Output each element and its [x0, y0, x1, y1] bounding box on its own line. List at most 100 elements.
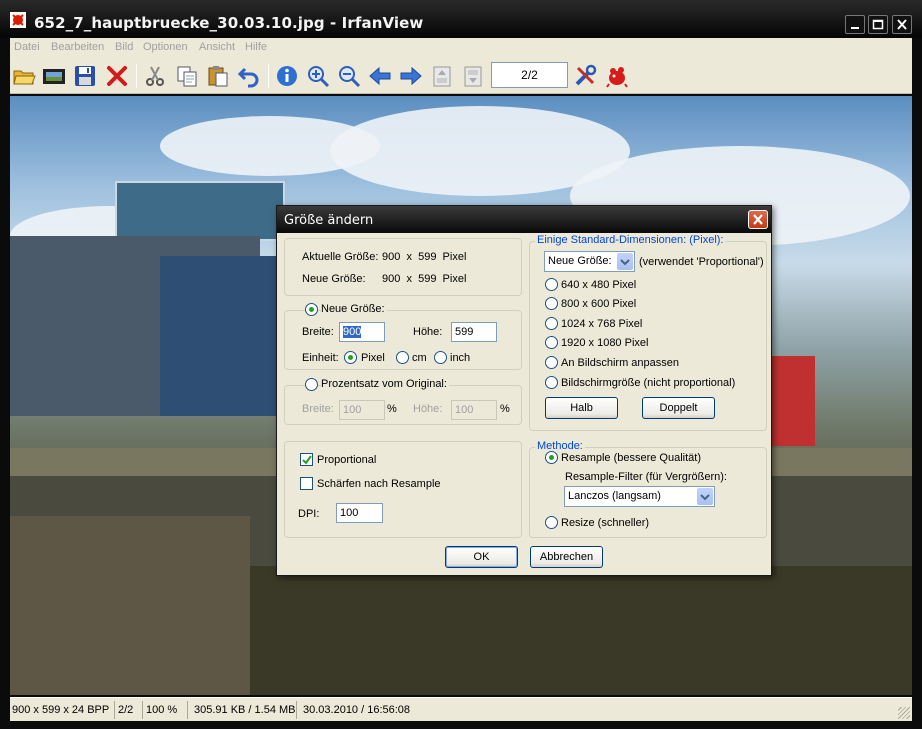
resize-label[interactable]: Resize (schneller) [561, 517, 649, 529]
menu-datei[interactable]: Datei [14, 41, 40, 53]
percent-width-symbol: % [387, 403, 397, 415]
resample-radio[interactable] [545, 451, 558, 464]
resample-filter-label: Resample-Filter (für Vergrößern): [565, 471, 727, 483]
previous-button[interactable] [367, 63, 393, 89]
open-button[interactable] [11, 63, 37, 89]
dialog-title-bar[interactable]: Größe ändern [277, 206, 771, 233]
paste-button[interactable] [205, 63, 231, 89]
status-dimensions: 900 x 599 x 24 BPP [10, 701, 115, 719]
resample-filter-value: Lanczos (langsam) [568, 490, 661, 502]
proportional-checkbox[interactable] [300, 453, 313, 466]
menu-hilfe[interactable]: Hilfe [245, 41, 267, 53]
paste-clipboard-icon [208, 66, 228, 87]
percent-height-label: Höhe: [413, 403, 443, 415]
resample-label[interactable]: Resample (bessere Qualität) [561, 452, 701, 464]
size-info-group [284, 238, 522, 296]
about-button[interactable] [604, 63, 630, 89]
proportional-label[interactable]: Proportional [317, 454, 376, 466]
unit-pixel-label[interactable]: Pixel [361, 352, 385, 364]
unit-inch-label[interactable]: inch [450, 352, 470, 364]
menu-bearbeiten[interactable]: Bearbeiten [51, 41, 104, 53]
resize-dialog: Größe ändern Aktuelle Größe: 900 x 599 P… [276, 205, 772, 576]
unit-cm-label[interactable]: cm [412, 352, 427, 364]
std-option-label[interactable]: 800 x 600 Pixel [561, 298, 636, 310]
menu-bild[interactable]: Bild [115, 41, 133, 53]
std-option-label[interactable]: 1024 x 768 Pixel [561, 318, 642, 330]
zoom-in-button[interactable] [305, 63, 331, 89]
std-option-label[interactable]: 1920 x 1080 Pixel [561, 337, 648, 349]
slideshow-button[interactable] [41, 63, 67, 89]
percent-width-input[interactable]: 100 [339, 400, 385, 420]
status-bar: 900 x 599 x 24 BPP 2/2 100 % 305.91 KB /… [10, 697, 912, 721]
copy-button[interactable] [174, 63, 200, 89]
double-button[interactable]: Doppelt [642, 397, 715, 419]
properties-button[interactable] [572, 63, 598, 89]
percent-height-input[interactable]: 100 [451, 400, 497, 420]
zoom-out-button[interactable] [336, 63, 362, 89]
sharpen-checkbox[interactable] [300, 477, 313, 490]
close-button[interactable] [892, 15, 912, 34]
maximize-button[interactable] [868, 15, 888, 34]
next-page-button[interactable] [460, 63, 486, 89]
filmstrip-icon [43, 69, 65, 84]
cancel-button[interactable]: Abbrechen [530, 546, 603, 568]
half-button[interactable]: Halb [545, 397, 618, 419]
checkmark-icon [302, 455, 312, 465]
resample-filter-combo[interactable]: Lanczos (langsam) [564, 486, 715, 507]
save-button[interactable] [72, 63, 98, 89]
percent-radio-label[interactable]: Prozentsatz vom Original: [321, 378, 449, 390]
standard-size-combo[interactable]: Neue Größe: [544, 251, 635, 272]
current-size-value: 900 x 599 Pixel [382, 251, 467, 263]
unit-inch-radio[interactable] [434, 351, 447, 364]
previous-page-button[interactable] [429, 63, 455, 89]
std-option-radio[interactable] [545, 356, 558, 369]
page-down-icon [464, 66, 482, 87]
menu-optionen[interactable]: Optionen [143, 41, 188, 53]
new-size-radio-label[interactable]: Neue Größe: [321, 303, 387, 315]
delete-x-icon [107, 66, 127, 86]
sharpen-label[interactable]: Schärfen nach Resample [317, 478, 441, 490]
ok-button[interactable]: OK [445, 546, 518, 568]
scissors-icon [146, 66, 164, 86]
cut-button[interactable] [142, 63, 168, 89]
std-option-radio[interactable] [545, 297, 558, 310]
dialog-close-button[interactable] [748, 210, 768, 229]
irfanview-window: 652_7_hauptbruecke_30.03.10.jpg - IrfanV… [0, 0, 922, 729]
new-size-value: 900 x 599 Pixel [382, 273, 467, 285]
height-input[interactable]: 599 [451, 322, 497, 342]
dpi-input[interactable]: 100 [336, 503, 383, 523]
std-option-label[interactable]: Bildschirmgröße (nicht proportional) [561, 377, 735, 389]
percent-radio[interactable] [305, 378, 318, 391]
combo-arrow[interactable] [697, 488, 713, 505]
std-option-radio[interactable] [545, 317, 558, 330]
std-option-label[interactable]: An Bildschirm anpassen [561, 357, 679, 369]
new-size-label: Neue Größe: [302, 273, 366, 285]
title-bar[interactable]: 652_7_hauptbruecke_30.03.10.jpg - IrfanV… [0, 0, 922, 38]
resize-grip-icon[interactable] [898, 707, 910, 719]
tools-icon [575, 64, 597, 86]
width-label: Breite: [302, 326, 334, 338]
page-number-input[interactable]: 2/2 [491, 62, 568, 88]
menu-ansicht[interactable]: Ansicht [199, 41, 235, 53]
info-button[interactable] [274, 63, 300, 89]
unit-cm-radio[interactable] [396, 351, 409, 364]
width-input[interactable]: 900 [339, 322, 385, 342]
zoom-in-icon [308, 66, 330, 88]
percent-height-symbol: % [500, 403, 510, 415]
minimize-button[interactable] [845, 15, 865, 34]
std-option-label[interactable]: 640 x 480 Pixel [561, 279, 636, 291]
std-option-radio[interactable] [545, 376, 558, 389]
new-size-radio[interactable] [305, 303, 318, 316]
combo-arrow[interactable] [617, 253, 633, 270]
delete-button[interactable] [104, 63, 130, 89]
std-option-radio[interactable] [545, 336, 558, 349]
irfanview-app-icon [10, 12, 26, 28]
std-option-radio[interactable] [545, 278, 558, 291]
height-label: Höhe: [413, 326, 443, 338]
width-value: 900 [343, 326, 362, 338]
resize-radio[interactable] [545, 516, 558, 529]
unit-pixel-radio[interactable] [344, 351, 357, 364]
undo-button[interactable] [236, 63, 262, 89]
status-zoom: 100 % [144, 701, 188, 719]
next-button[interactable] [398, 63, 424, 89]
